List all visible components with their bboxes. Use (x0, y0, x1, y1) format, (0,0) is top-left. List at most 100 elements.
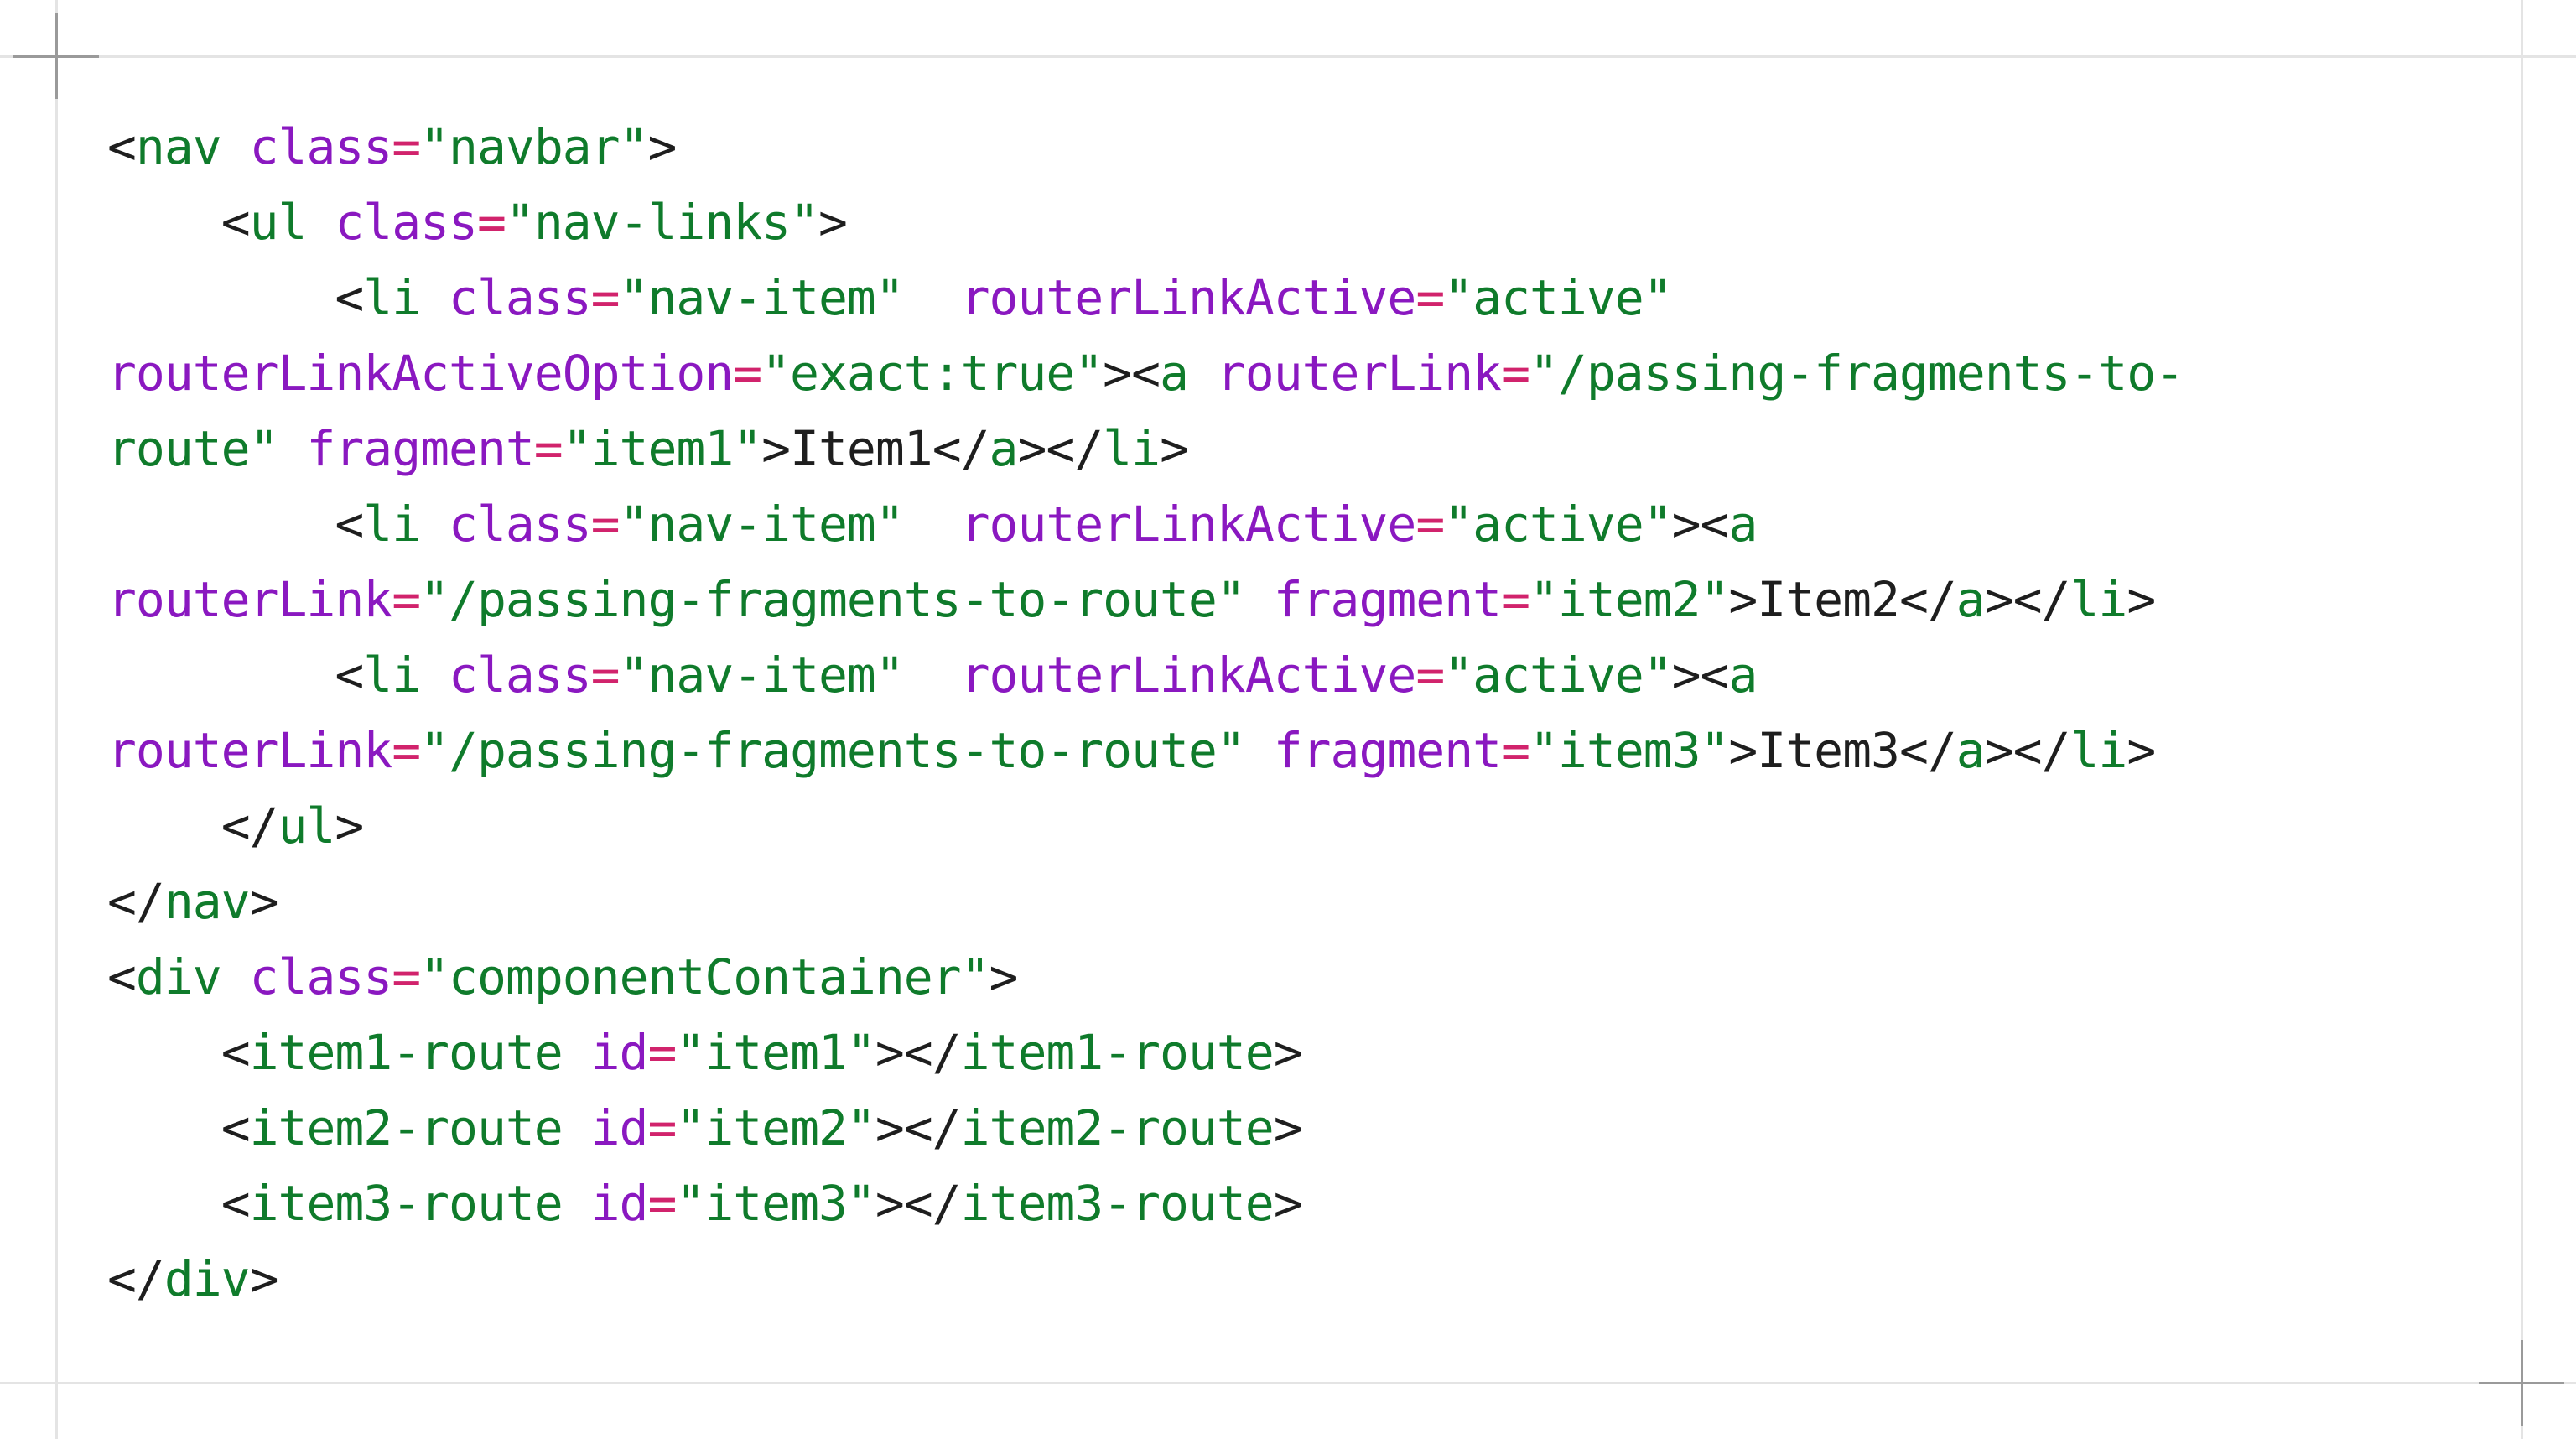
code-punctuation: < (107, 118, 137, 175)
code-tag-name: item1-route (249, 1024, 564, 1081)
code-punctuation: >< (1103, 345, 1161, 402)
code-tag-name: li (363, 269, 421, 326)
code-punctuation: > (647, 118, 678, 175)
code-string-value: "active" (1444, 269, 1672, 326)
code-punctuation: </ (107, 873, 165, 930)
code-string-value: "item2" (676, 1099, 875, 1156)
code-tag-name: nav (164, 873, 251, 930)
code-text: Item3 (1757, 722, 1900, 779)
code-equals-sign: = (533, 420, 564, 477)
code-tag-name: item2-route (249, 1099, 564, 1156)
code-punctuation: ></ (1017, 420, 1104, 477)
code-equals-sign: = (647, 1175, 677, 1232)
code-string-value: "/passing-fragments-to-route" (420, 571, 1246, 628)
code-attribute-name: class (335, 194, 478, 251)
code-equals-sign: = (733, 345, 762, 402)
code-line: <li class="nav-item" routerLinkActive="a… (107, 637, 2506, 713)
code-string-value: "active" (1444, 647, 1672, 704)
code-line: routerLink="/passing-fragments-to-route"… (107, 713, 2506, 788)
code-attribute-name: routerLink (1216, 345, 1502, 402)
code-punctuation: > (1728, 571, 1758, 628)
code-punctuation: > (1273, 1099, 1303, 1156)
code-tag-name: item3-route (960, 1175, 1275, 1232)
code-punctuation: > (1728, 722, 1758, 779)
code-tag-name: li (1103, 420, 1161, 477)
code-tag-name: a (1955, 722, 1986, 779)
code-punctuation: < (335, 647, 364, 704)
code-punctuation: >< (1671, 647, 1730, 704)
code-tag-name: item3-route (249, 1175, 564, 1232)
code-line: <nav class="navbar"> (107, 109, 2506, 184)
code-line: <li class="nav-item" routerLinkActive="a… (107, 486, 2506, 562)
code-punctuation: < (221, 1175, 251, 1232)
code-punctuation: ></ (875, 1024, 962, 1081)
code-equals-sign: = (392, 722, 421, 779)
code-attribute-name: fragment (1273, 571, 1502, 628)
code-string-value: "/passing-fragments-to- (1529, 345, 2184, 402)
code-punctuation: < (221, 1024, 251, 1081)
code-tag-name: ul (249, 194, 308, 251)
code-attribute-name: id (590, 1099, 649, 1156)
code-line: <ul class="nav-links"> (107, 184, 2506, 260)
frame-guide-bottom (0, 1382, 2576, 1384)
code-line: </div> (107, 1241, 2506, 1317)
code-attribute-name: id (590, 1175, 649, 1232)
code-punctuation: > (2127, 722, 2156, 779)
code-punctuation: > (2127, 571, 2156, 628)
code-equals-sign: = (590, 269, 621, 326)
code-line: <item1-route id="item1"></item1-route> (107, 1015, 2506, 1090)
code-punctuation: < (335, 496, 364, 553)
code-line: routerLinkActiveOption="exact:true"><a r… (107, 335, 2506, 411)
code-string-value: "nav-links" (505, 194, 819, 251)
crop-mark-top-left-vertical (55, 13, 58, 99)
code-attribute-name: routerLinkActive (960, 269, 1417, 326)
frame-guide-top (0, 55, 2576, 58)
code-tag-name: a (1728, 647, 1758, 704)
code-line: <item2-route id="item2"></item2-route> (107, 1090, 2506, 1166)
code-punctuation: < (221, 194, 251, 251)
code-tag-name: li (363, 496, 421, 553)
code-attribute-name: routerLink (107, 722, 392, 779)
code-punctuation: </ (1898, 571, 1957, 628)
code-punctuation: > (818, 194, 848, 251)
code-tag-name: div (164, 1250, 251, 1307)
code-attribute-name: routerLinkActive (960, 496, 1417, 553)
code-string-value: "item1" (676, 1024, 875, 1081)
code-equals-sign: = (476, 194, 506, 251)
code-punctuation: >< (1671, 496, 1730, 553)
code-equals-sign: = (590, 647, 621, 704)
code-string-value: "exact:true" (761, 345, 1104, 402)
code-attribute-name: class (449, 269, 592, 326)
code-punctuation: > (249, 1250, 279, 1307)
code-punctuation: > (989, 948, 1019, 1005)
code-punctuation: > (761, 420, 791, 477)
code-punctuation: > (1273, 1175, 1303, 1232)
code-equals-sign: = (1415, 647, 1445, 704)
code-punctuation: ></ (875, 1175, 962, 1232)
code-string-value: "navbar" (420, 118, 648, 175)
code-tag-name: div (135, 948, 222, 1005)
code-line: routerLink="/passing-fragments-to-route"… (107, 562, 2506, 637)
code-attribute-name: routerLink (107, 571, 392, 628)
code-tag-name: item2-route (960, 1099, 1275, 1156)
code-tag-name: nav (135, 118, 222, 175)
code-punctuation: </ (1898, 722, 1957, 779)
code-attribute-name: class (449, 496, 592, 553)
code-attribute-name: id (590, 1024, 649, 1081)
code-string-value: "/passing-fragments-to-route" (420, 722, 1246, 779)
code-line: route" fragment="item1">Item1</a></li> (107, 411, 2506, 486)
code-string-value: "item3" (676, 1175, 875, 1232)
code-string-value: route" (107, 420, 279, 477)
code-line: <div class="componentContainer"> (107, 939, 2506, 1015)
